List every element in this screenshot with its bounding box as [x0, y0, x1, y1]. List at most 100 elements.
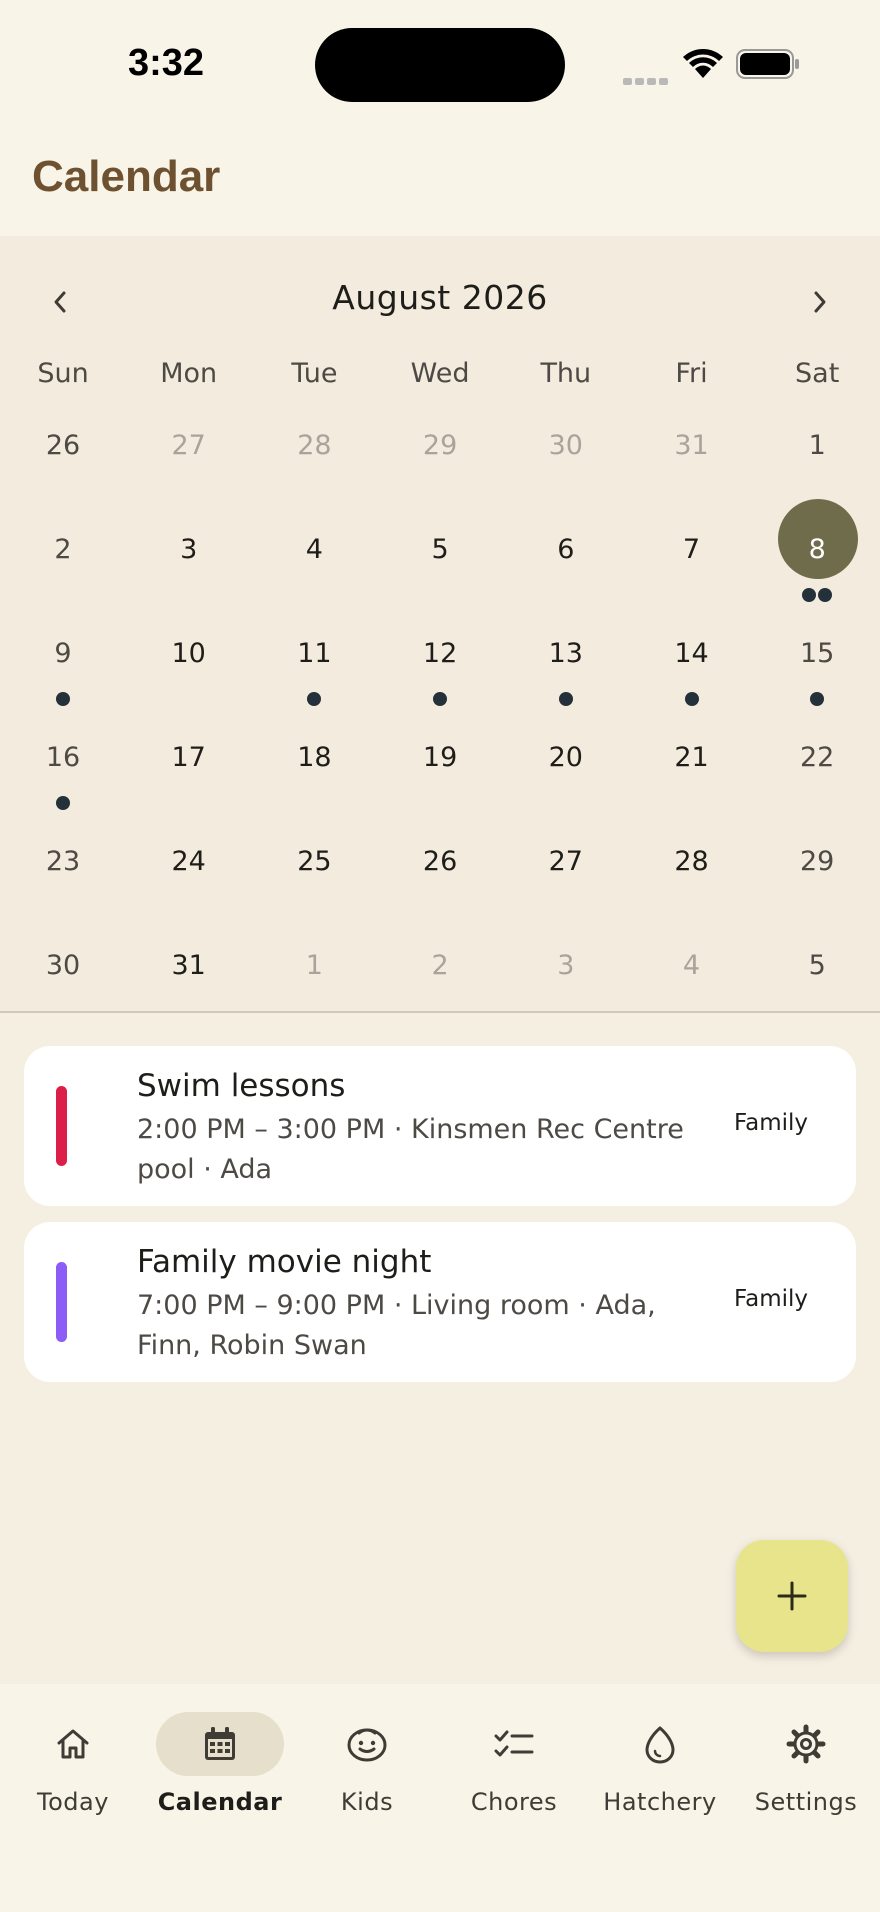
day-number: 1 — [808, 430, 826, 461]
calendar-day[interactable]: 5 — [754, 936, 880, 1040]
day-number: 14 — [674, 638, 709, 669]
calendar-day[interactable]: 14 — [629, 624, 755, 728]
calendar-day[interactable]: 5 — [377, 520, 503, 624]
event-indicator — [503, 692, 629, 706]
calendar-day[interactable]: 29 — [754, 832, 880, 936]
month-calendar: August 2026 Sun Mon Tue Wed Thu Fri Sat 26 27 28… — [0, 236, 880, 1013]
calendar-day[interactable]: 21 — [629, 728, 755, 832]
calendar-day[interactable]: 13 — [503, 624, 629, 728]
weekday-label: Wed — [410, 358, 470, 389]
nav-item-chores[interactable]: Chores — [441, 1712, 587, 1822]
day-number: 27 — [548, 846, 583, 877]
calendar-day[interactable]: 11 — [251, 624, 377, 728]
day-number: 30 — [548, 430, 583, 461]
event-indicator — [251, 692, 377, 706]
nav-item-settings[interactable]: Settings — [733, 1712, 879, 1822]
day-number: 7 — [682, 534, 701, 565]
event-card[interactable]: Swim lessons 2:00 PM – 3:00 PM · Kinsmen… — [24, 1046, 856, 1206]
day-number: 31 — [171, 950, 206, 981]
calendar-day[interactable]: 27 — [503, 832, 629, 936]
battery-icon — [736, 49, 799, 79]
nav-item-calendar[interactable]: Calendar — [147, 1712, 293, 1822]
calendar-day[interactable]: 26 — [0, 416, 126, 520]
calendar-day[interactable]: 1 — [251, 936, 377, 1040]
face-icon — [347, 1728, 387, 1762]
calendar-day[interactable]: 30 — [503, 416, 629, 520]
calendar-day[interactable]: 2 — [0, 520, 126, 624]
page-title: Calendar — [32, 152, 221, 201]
calendar-day[interactable]: 20 — [503, 728, 629, 832]
day-number: 28 — [674, 846, 709, 877]
event-calendar-tag: Family — [733, 1286, 808, 1312]
calendar-day[interactable]: 3 — [503, 936, 629, 1040]
calendar-day[interactable]: 18 — [251, 728, 377, 832]
event-details: 7:00 PM – 9:00 PM · Living room · Ada, F… — [137, 1290, 656, 1361]
day-number: 5 — [431, 534, 449, 565]
chevron-right-icon — [814, 291, 826, 313]
calendar-day[interactable]: 9 — [0, 624, 126, 728]
day-number: 13 — [548, 638, 583, 669]
day-number: 23 — [45, 846, 81, 877]
calendar-day[interactable]: 27 — [126, 416, 252, 520]
calendar-day[interactable]: 28 — [629, 832, 755, 936]
calendar-day[interactable]: 4 — [251, 520, 377, 624]
day-number: 17 — [171, 742, 206, 773]
day-number: 10 — [171, 638, 206, 669]
status-time: 3:32 — [128, 42, 205, 84]
weekday-label: Tue — [291, 358, 338, 389]
calendar-day-selected[interactable]: 8 — [754, 499, 880, 624]
weekday-header-row: Sun Mon Tue Wed Thu Fri Sat — [0, 358, 880, 398]
day-number: 11 — [297, 638, 332, 669]
calendar-day[interactable]: 31 — [629, 416, 755, 520]
event-color-bar — [56, 1086, 67, 1166]
gear-icon — [786, 1724, 826, 1764]
calendar-day[interactable]: 17 — [126, 728, 252, 832]
calendar-day[interactable]: 30 — [0, 936, 126, 1040]
calendar-day[interactable]: 26 — [377, 832, 503, 936]
add-event-button[interactable] — [736, 1540, 848, 1652]
day-number: 27 — [171, 430, 206, 461]
calendar-day[interactable]: 3 — [126, 520, 252, 624]
day-number: 18 — [297, 742, 332, 773]
calendar-day[interactable]: 31 — [126, 936, 252, 1040]
day-number: 4 — [305, 534, 323, 565]
calendar-day[interactable]: 7 — [629, 520, 755, 624]
nav-item-kids[interactable]: Kids — [294, 1712, 440, 1822]
calendar-day[interactable]: 15 — [754, 624, 880, 728]
next-month-button[interactable] — [796, 278, 844, 326]
calendar-day[interactable]: 25 — [251, 832, 377, 936]
day-number: 21 — [674, 742, 709, 773]
calendar-day[interactable]: 12 — [377, 624, 503, 728]
nav-item-today[interactable]: Today — [0, 1712, 146, 1822]
day-number: 20 — [548, 742, 583, 773]
event-color-bar — [56, 1262, 67, 1342]
day-number: 3 — [557, 950, 575, 981]
calendar-day[interactable]: 22 — [754, 728, 880, 832]
app-header: Calendar — [0, 130, 880, 236]
calendar-day[interactable]: 28 — [251, 416, 377, 520]
event-dot — [818, 588, 833, 602]
day-number: 26 — [422, 846, 458, 877]
event-dot — [307, 692, 322, 706]
event-dot — [433, 692, 448, 706]
event-dot — [810, 692, 825, 706]
event-indicator — [629, 692, 755, 706]
day-number: 26 — [45, 430, 81, 461]
day-number: 8 — [808, 534, 826, 565]
calendar-day[interactable]: 16 — [0, 728, 126, 832]
calendar-day[interactable]: 10 — [126, 624, 252, 728]
nav-label: Chores — [470, 1788, 558, 1816]
event-title: Swim lessons — [137, 1068, 346, 1104]
calendar-day[interactable]: 29 — [377, 416, 503, 520]
month-label: August 2026 — [332, 278, 548, 317]
calendar-day[interactable]: 19 — [377, 728, 503, 832]
calendar-day[interactable]: 4 — [629, 936, 755, 1040]
event-card[interactable]: Family movie night 7:00 PM – 9:00 PM · L… — [24, 1222, 856, 1382]
calendar-day[interactable]: 23 — [0, 832, 126, 936]
calendar-day[interactable]: 6 — [503, 520, 629, 624]
event-indicator — [754, 692, 880, 706]
calendar-day[interactable]: 2 — [377, 936, 503, 1040]
day-number: 5 — [808, 950, 826, 981]
nav-item-hatchery[interactable]: Hatchery — [587, 1712, 733, 1822]
calendar-day[interactable]: 24 — [126, 832, 252, 936]
